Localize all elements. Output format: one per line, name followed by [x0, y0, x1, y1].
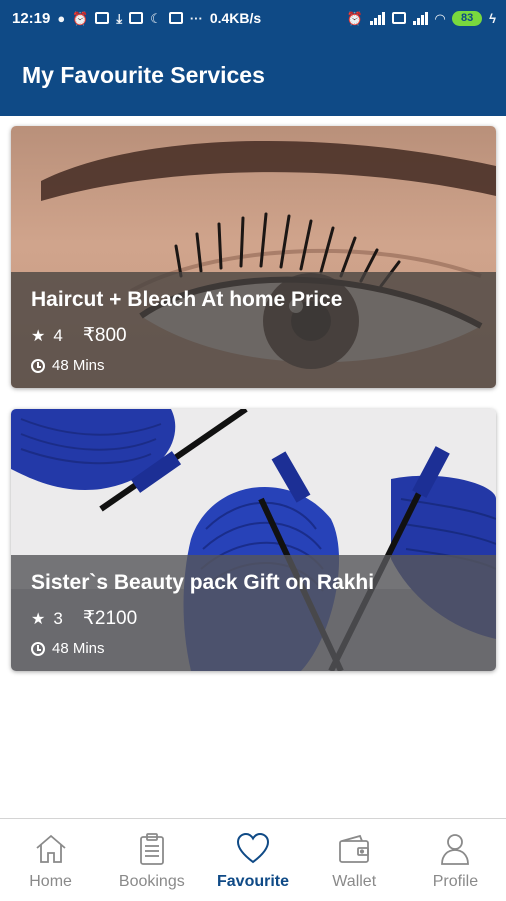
- status-bar: 12:19 ● ⏰ ⤓ ☾ ··· 0.4KB/s ⏰ ◠ 83 ϟ: [0, 0, 506, 36]
- signal-icon-2: [413, 11, 429, 25]
- moon-icon: ☾: [150, 10, 162, 26]
- star-icon: ★: [31, 327, 46, 345]
- nav-favourite[interactable]: Favourite: [202, 819, 303, 901]
- sim-icon: [392, 12, 407, 24]
- service-title: Sister`s Beauty pack Gift on Rakhi: [31, 571, 375, 594]
- clipboard-icon: [139, 833, 164, 865]
- signal-icon: [370, 11, 386, 25]
- service-price: ₹2100: [82, 608, 138, 629]
- service-meta: ★ 4 ₹800: [31, 324, 496, 347]
- nav-profile[interactable]: Profile: [405, 819, 506, 901]
- service-info: Haircut + Bleach At home Price ★ 4 ₹800 …: [11, 272, 496, 388]
- heart-icon: [236, 832, 270, 864]
- page-title: My Favourite Services: [22, 62, 265, 88]
- dot-icon: ●: [57, 10, 66, 26]
- app-bar: My Favourite Services: [0, 36, 506, 116]
- service-info: Sister`s Beauty pack Gift on Rakhi ★ 3 ₹…: [11, 555, 496, 671]
- service-rating: 3: [53, 608, 63, 628]
- net-speed: 0.4KB/s: [209, 10, 262, 26]
- alarm-icon: ⏰: [72, 10, 89, 26]
- app-notification-icon: [95, 12, 110, 24]
- service-card[interactable]: Sister`s Beauty pack Gift on Rakhi ★ 3 ₹…: [11, 409, 496, 671]
- nav-favourite-label: Favourite: [217, 873, 290, 890]
- nav-wallet-label: Wallet: [332, 873, 377, 890]
- clock-icon: [31, 641, 45, 656]
- star-icon: ★: [31, 610, 46, 628]
- download-icon: ⤓: [116, 10, 123, 26]
- wifi-icon: ◠: [435, 10, 446, 26]
- alarm-icon-2: ⏰: [346, 10, 364, 26]
- app-notification-icon-2: [129, 12, 144, 24]
- home-icon: [36, 834, 66, 863]
- nav-home[interactable]: Home: [0, 819, 101, 901]
- service-rating: 4: [53, 325, 63, 345]
- status-time: 12:19: [12, 9, 51, 27]
- service-duration: 48 Mins: [52, 640, 105, 657]
- service-card[interactable]: Haircut + Bleach At home Price ★ 4 ₹800 …: [11, 126, 496, 388]
- nav-profile-label: Profile: [432, 873, 479, 890]
- service-duration-row: 48 Mins: [31, 640, 496, 657]
- battery-icon: 83: [452, 10, 483, 26]
- clock-icon: [31, 358, 45, 373]
- linkedin-icon: [168, 12, 183, 24]
- service-title: Haircut + Bleach At home Price: [31, 288, 343, 311]
- nav-bookings[interactable]: Bookings: [101, 819, 202, 901]
- service-duration-row: 48 Mins: [31, 357, 496, 374]
- service-duration: 48 Mins: [52, 357, 105, 374]
- nav-home-label: Home: [29, 873, 72, 890]
- wallet-icon: [339, 834, 370, 863]
- bottom-nav: Home Bookings Favourite Wallet Profile: [0, 818, 506, 901]
- nav-bookings-label: Bookings: [118, 873, 185, 890]
- more-icon: ···: [189, 10, 203, 26]
- charging-icon: ϟ: [489, 10, 496, 26]
- service-price: ₹800: [82, 325, 127, 346]
- person-icon: [441, 834, 470, 865]
- nav-wallet[interactable]: Wallet: [304, 819, 405, 901]
- service-meta: ★ 3 ₹2100: [31, 607, 496, 630]
